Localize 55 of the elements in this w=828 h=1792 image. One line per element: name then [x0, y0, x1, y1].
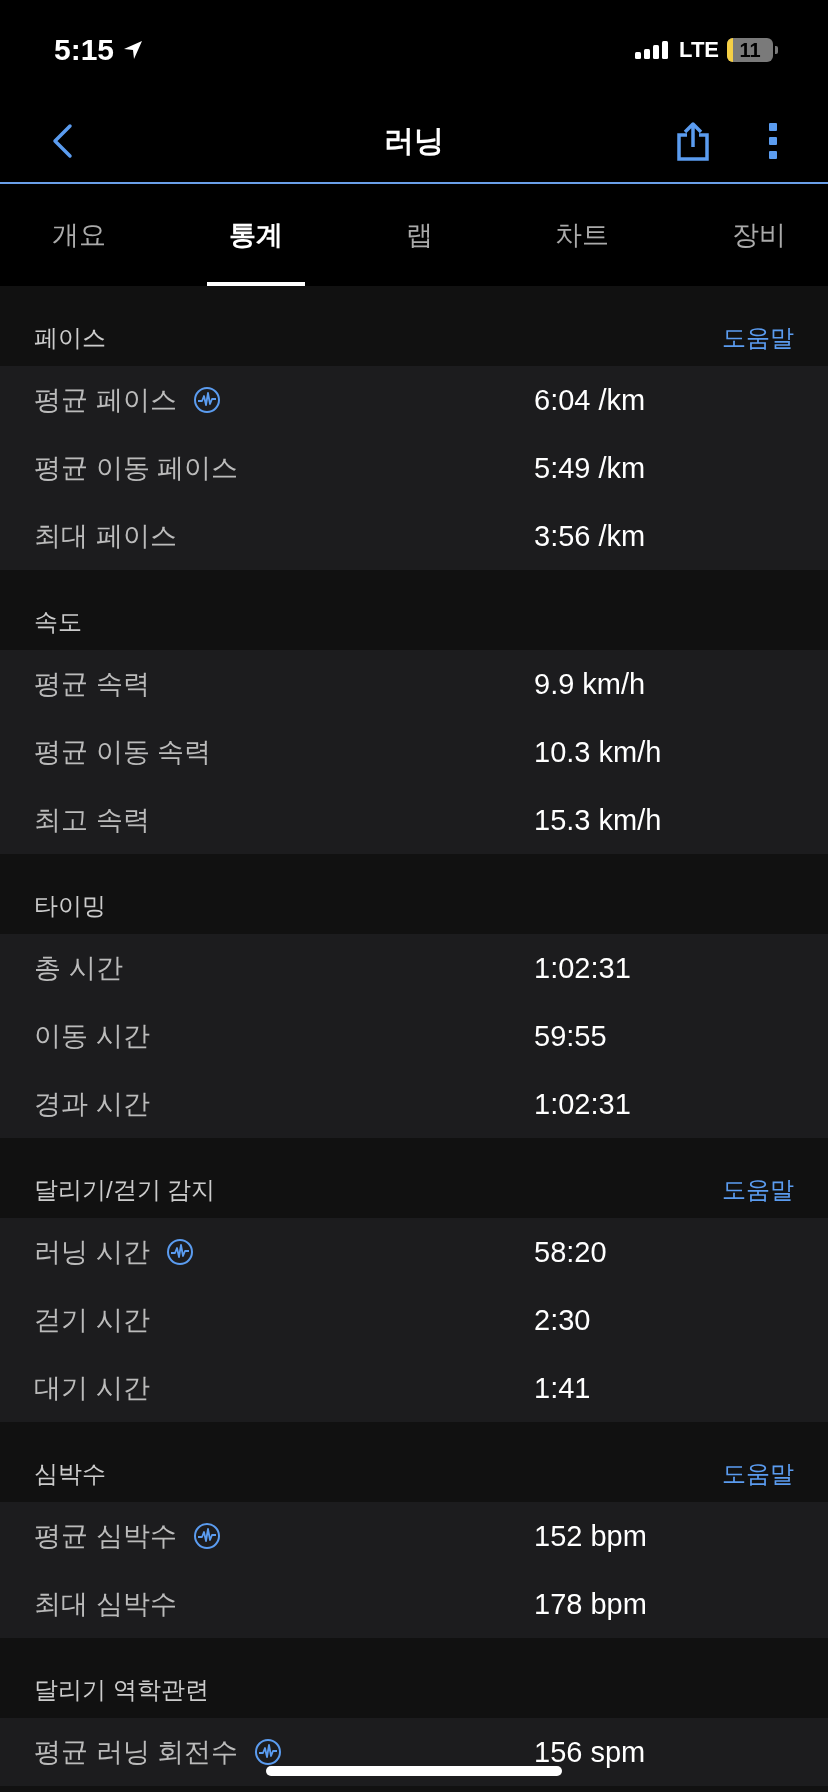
section-title: 심박수	[34, 1459, 106, 1489]
stat-label: 걷기 시간	[34, 1304, 150, 1337]
help-link[interactable]: 도움말	[722, 1458, 794, 1490]
share-icon[interactable]	[676, 121, 710, 161]
tab[interactable]: 차트	[533, 184, 632, 286]
stat-label: 평균 이동 속력	[34, 736, 211, 769]
stat-label: 대기 시간	[34, 1372, 150, 1405]
section-title: 타이밍	[34, 891, 106, 921]
stat-value: 58:20	[534, 1235, 607, 1269]
location-arrow-icon	[122, 39, 145, 61]
stat-value: 10.3 km/h	[534, 735, 662, 769]
tab[interactable]: 개요	[30, 184, 128, 286]
stat-value: 3:56 /km	[534, 519, 646, 553]
waveform-icon[interactable]	[192, 1522, 221, 1550]
stat-label: 최대 심박수	[34, 1588, 177, 1621]
section-title: 속도	[34, 607, 82, 637]
stat-value: 15.3 km/h	[534, 803, 662, 837]
stat-label: 이동 시간	[34, 1020, 150, 1053]
stat-label: 최고 속력	[34, 804, 150, 837]
section-title: 달리기/걷기 감지	[34, 1175, 216, 1205]
stat-value: 1:41	[534, 1371, 591, 1405]
stat-label: 러닝 시간	[34, 1236, 150, 1269]
help-link[interactable]: 도움말	[722, 1174, 794, 1206]
help-link[interactable]: 도움말	[722, 322, 794, 354]
stat-value: 1:02:31	[534, 1087, 631, 1121]
stat-value: 178 bpm	[534, 1587, 647, 1621]
tab[interactable]: 통계	[206, 184, 305, 286]
stat-value: 9.9 km/h	[534, 667, 646, 701]
tab[interactable]: 장비	[710, 184, 808, 286]
waveform-icon[interactable]	[165, 1238, 194, 1266]
tab[interactable]: 랩	[383, 184, 455, 286]
stat-value: 2:30	[534, 1303, 591, 1337]
page-title: 러닝	[384, 122, 444, 159]
waveform-icon[interactable]	[254, 1738, 282, 1766]
stat-value: 59:55	[534, 1019, 607, 1053]
back-icon[interactable]	[50, 123, 74, 159]
stat-value: 5:49 /km	[534, 451, 646, 485]
stat-value: 6:04 /km	[534, 383, 646, 417]
stat-label: 평균 심박수	[34, 1520, 177, 1553]
stat-value: 1:02:31	[534, 951, 631, 985]
stat-value: 156 spm	[534, 1735, 646, 1769]
section-title: 달리기 역학관련	[34, 1675, 209, 1705]
stat-label: 평균 이동 페이스	[34, 452, 238, 485]
stat-label: 총 시간	[34, 952, 123, 985]
waveform-icon[interactable]	[192, 386, 221, 414]
section-title: 페이스	[34, 323, 106, 353]
network-label: LTE	[679, 37, 719, 63]
stat-label: 평균 페이스	[34, 384, 177, 417]
more-icon[interactable]	[768, 123, 778, 159]
status-time: 5:15	[54, 33, 115, 67]
stat-label: 평균 속력	[34, 668, 150, 701]
stat-label: 최대 페이스	[34, 520, 177, 553]
stat-label: 경과 시간	[34, 1088, 150, 1121]
stat-value: 152 bpm	[534, 1519, 647, 1553]
stat-label: 평균 러닝 회전수	[34, 1736, 238, 1769]
